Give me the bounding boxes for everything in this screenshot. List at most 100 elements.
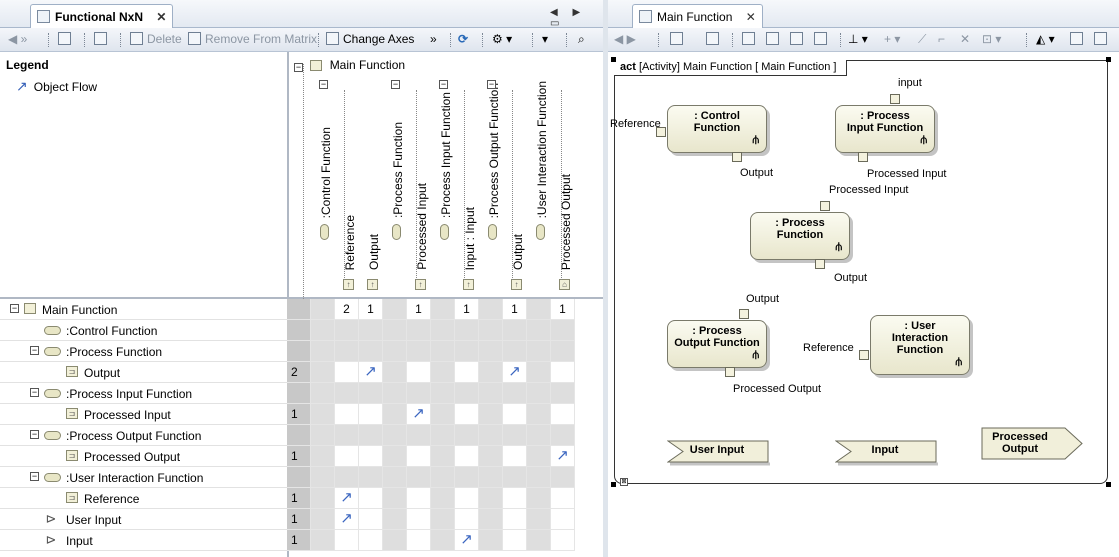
column-header-pin[interactable]: Input : Input ↑ — [457, 72, 481, 294]
matrix-cell[interactable]: ↗ — [359, 362, 383, 383]
back-icon[interactable]: ◀ ▶ — [614, 32, 636, 48]
matrix-row-header[interactable]: ⊳ User Input — [0, 509, 287, 530]
matrix-cell[interactable] — [503, 425, 527, 446]
row-total-cell[interactable] — [287, 320, 311, 341]
matrix-cell[interactable] — [359, 509, 383, 530]
column-root[interactable]: − Main Function — [294, 58, 405, 72]
matrix-cell[interactable]: ↗ — [407, 404, 431, 425]
rectilinear-icon[interactable]: ⌐ — [938, 32, 945, 48]
row-total-cell[interactable]: 1 — [287, 404, 311, 425]
matrix-cell[interactable] — [383, 383, 407, 404]
copy-element-icon[interactable] — [742, 32, 759, 48]
matrix-cell[interactable] — [407, 341, 431, 362]
matrix-cell[interactable] — [527, 341, 551, 362]
matrix-cell[interactable] — [527, 362, 551, 383]
export-icon[interactable] — [1070, 32, 1087, 48]
matrix-cell[interactable] — [479, 446, 503, 467]
column-header-pin[interactable]: Output ↑ — [505, 72, 529, 294]
matrix-cell[interactable] — [407, 446, 431, 467]
matrix-cell[interactable] — [527, 530, 551, 551]
matrix-cell[interactable] — [311, 446, 335, 467]
row-total-cell[interactable]: 1 — [287, 509, 311, 530]
matrix-cell[interactable] — [383, 404, 407, 425]
matrix-cell[interactable] — [455, 404, 479, 425]
matrix-cell[interactable] — [431, 488, 455, 509]
column-header-group[interactable]: :User Interaction Function — [529, 72, 553, 294]
matrix-cell[interactable] — [335, 341, 359, 362]
collapse-icon[interactable]: − — [30, 430, 39, 439]
matrix-cell[interactable] — [503, 383, 527, 404]
pin-pif-output[interactable] — [858, 152, 868, 162]
matrix-cell[interactable] — [455, 362, 479, 383]
matrix-cell[interactable] — [431, 509, 455, 530]
matrix-cell[interactable] — [479, 383, 503, 404]
matrix-cell[interactable] — [479, 341, 503, 362]
row-total-cell[interactable] — [287, 425, 311, 446]
trash-icon[interactable] — [790, 32, 807, 48]
copy-icon[interactable] — [58, 32, 75, 48]
matrix-cell[interactable] — [527, 488, 551, 509]
matrix-row-header[interactable]: ⊐ Reference — [0, 488, 287, 509]
matrix-cell[interactable] — [431, 467, 455, 488]
row-total-cell[interactable] — [287, 341, 311, 362]
tab-nav-arrows[interactable]: ◀ ▶ ▭ — [550, 7, 604, 29]
matrix-cell[interactable] — [479, 320, 503, 341]
matrix-cell[interactable] — [431, 404, 455, 425]
matrix-cell[interactable] — [479, 362, 503, 383]
matrix-cell[interactable] — [311, 341, 335, 362]
matrix-cell[interactable] — [311, 362, 335, 383]
refresh-icon[interactable]: ⟳ — [458, 32, 468, 48]
matrix-cell[interactable] — [503, 446, 527, 467]
layout-icon[interactable]: ⊥ ▾ — [848, 32, 868, 48]
matrix-cell[interactable] — [455, 509, 479, 530]
path-style-icon[interactable]: + ▾ — [884, 32, 900, 48]
row-total-cell[interactable]: 2 — [287, 362, 311, 383]
matrix-cell[interactable] — [431, 362, 455, 383]
fill-color-icon[interactable]: ◭ ▾ — [1036, 32, 1055, 48]
matrix-cell[interactable] — [311, 383, 335, 404]
matrix-cell[interactable] — [407, 383, 431, 404]
matrix-cell[interactable] — [407, 425, 431, 446]
pin-pf-input[interactable] — [820, 201, 830, 211]
matrix-cell[interactable] — [383, 425, 407, 446]
matrix-cell[interactable] — [383, 530, 407, 551]
matrix-cell[interactable]: ↗ — [335, 488, 359, 509]
matrix-cell[interactable] — [527, 509, 551, 530]
matrix-cell[interactable] — [431, 320, 455, 341]
matrix-cell[interactable] — [359, 320, 383, 341]
matrix-cell[interactable] — [335, 446, 359, 467]
overflow-icon[interactable]: » — [430, 32, 437, 48]
matrix-cell[interactable] — [551, 341, 575, 362]
delete-icon[interactable] — [814, 32, 831, 48]
options-icon[interactable] — [1094, 32, 1111, 48]
remove-from-matrix-button[interactable]: Remove From Matrix — [188, 32, 317, 48]
matrix-cell[interactable] — [455, 341, 479, 362]
matrix-row-header[interactable]: ⊳ Input — [0, 530, 287, 551]
matrix-cell[interactable] — [551, 320, 575, 341]
matrix-cell[interactable] — [527, 320, 551, 341]
collapse-icon[interactable]: − — [391, 80, 400, 89]
user-interaction-function-action[interactable]: : User Interaction Function ⫛ — [870, 315, 970, 375]
back-icon[interactable]: ◀ » — [8, 32, 27, 48]
edit-icon[interactable] — [706, 32, 723, 48]
matrix-cell[interactable] — [383, 341, 407, 362]
row-total-cell[interactable] — [287, 383, 311, 404]
matrix-cell[interactable]: ↗ — [335, 509, 359, 530]
matrix-cell[interactable] — [503, 404, 527, 425]
selection-handle[interactable] — [1106, 482, 1111, 487]
delete-button[interactable]: Delete — [130, 32, 182, 48]
matrix-row-header[interactable]: ⊐ Processed Input — [0, 404, 287, 425]
matrix-cell[interactable] — [455, 467, 479, 488]
bezier-icon[interactable]: ⊡ ▾ — [982, 32, 1001, 48]
matrix-cell[interactable] — [431, 383, 455, 404]
matrix-cell[interactable] — [479, 467, 503, 488]
matrix-cell[interactable] — [311, 467, 335, 488]
matrix-cell[interactable] — [455, 425, 479, 446]
matrix-cell[interactable] — [311, 320, 335, 341]
column-header-group[interactable]: :Process Output Function − — [481, 72, 505, 294]
matrix-cell[interactable] — [311, 488, 335, 509]
matrix-cell[interactable] — [527, 425, 551, 446]
collapse-icon[interactable]: − — [294, 63, 303, 72]
pin-pif-input[interactable] — [890, 94, 900, 104]
matrix-cell[interactable] — [359, 467, 383, 488]
